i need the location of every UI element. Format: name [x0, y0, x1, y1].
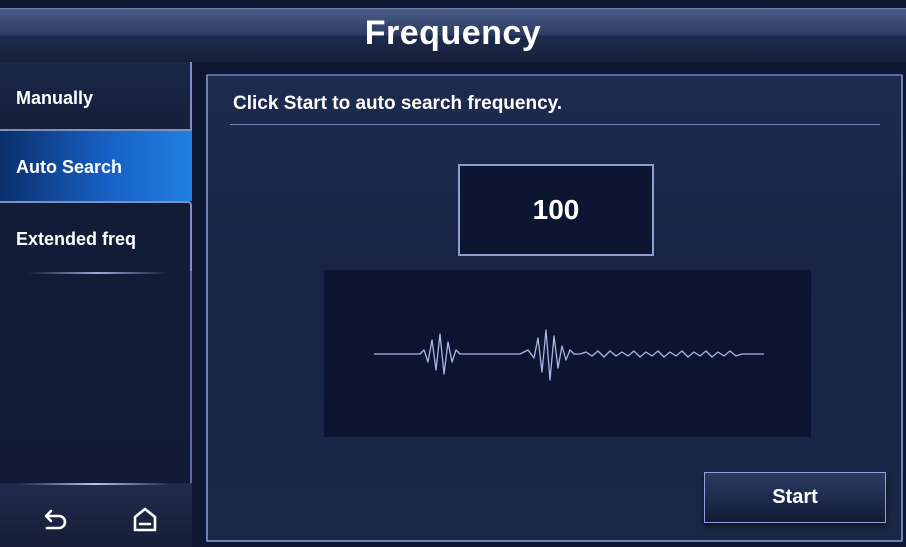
start-button[interactable]: Start [704, 472, 886, 523]
waveform-panel [324, 270, 811, 437]
waveform-graphic [374, 329, 764, 381]
page-title: Frequency [364, 14, 542, 52]
main-panel: Click Start to auto search frequency. 10… [206, 74, 903, 542]
sidebar-item-label: Manually [16, 88, 94, 108]
frequency-value: 100 [532, 194, 580, 225]
sidebar-empty-area [0, 271, 192, 483]
divider [20, 483, 170, 485]
sidebar-item-label: Auto Search [16, 157, 123, 177]
sidebar-item-label: Extended freq [16, 229, 137, 249]
back-arrow-icon [44, 509, 67, 530]
sidebar-item-extended-freq[interactable]: Extended freq [0, 201, 192, 271]
home-button[interactable] [128, 503, 162, 537]
start-button-label: Start [772, 486, 818, 508]
frequency-display: 100 [458, 164, 654, 256]
title-bar: Frequency [0, 8, 906, 62]
bottom-nav-bar [0, 483, 192, 547]
sidebar: Manually Auto Search Extended freq [0, 62, 192, 547]
back-button[interactable] [38, 503, 72, 537]
instruction-text: Click Start to auto search frequency. [233, 93, 563, 114]
divider [230, 124, 880, 125]
home-icon [133, 507, 157, 532]
sidebar-item-auto-search[interactable]: Auto Search [0, 131, 192, 201]
divider [28, 272, 168, 274]
sidebar-item-manually[interactable]: Manually [0, 62, 192, 131]
